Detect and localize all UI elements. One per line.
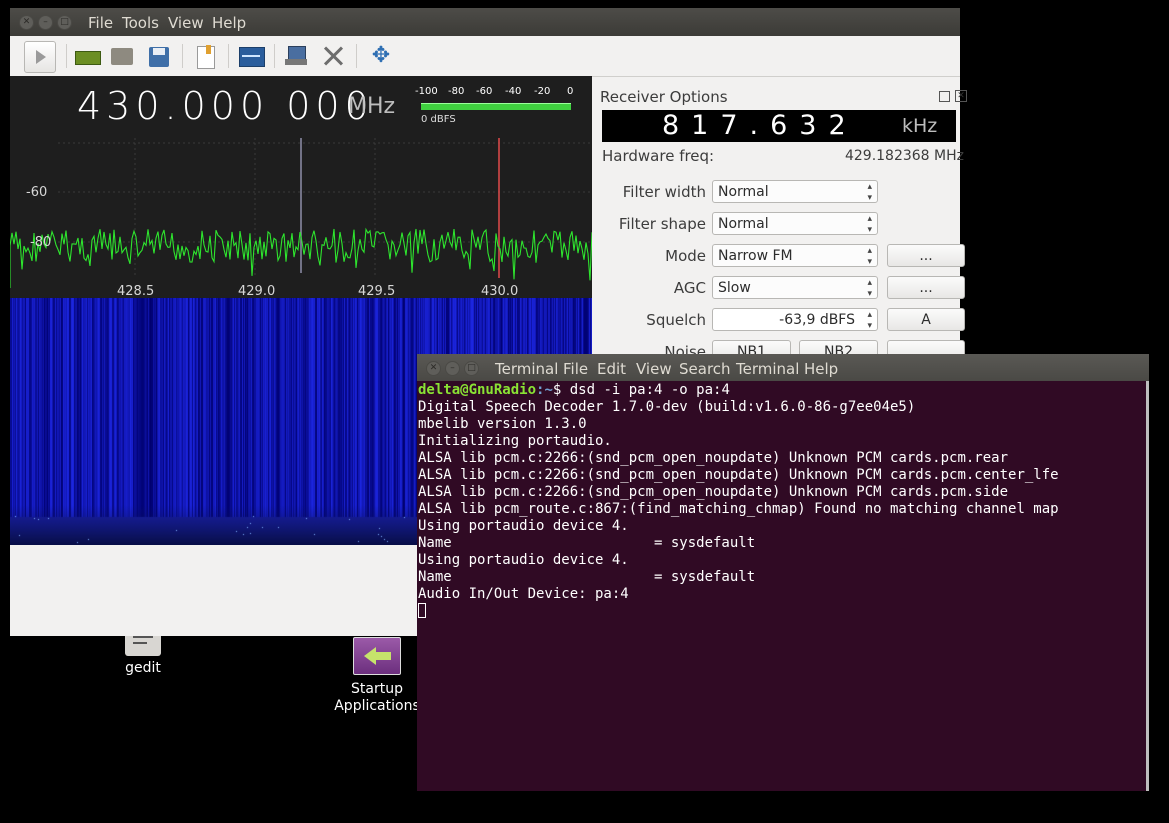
menu-help[interactable]: Help bbox=[804, 360, 838, 378]
terminal-window: ✕ – □ Terminal File Edit View Search Ter… bbox=[417, 354, 1149, 791]
toolbar: ✥ bbox=[10, 36, 960, 77]
x-axis-label: 429.5 bbox=[358, 284, 395, 298]
y-axis-label: -80 bbox=[30, 235, 51, 250]
menu-search[interactable]: Search bbox=[679, 360, 731, 378]
close-icon[interactable]: ✕ bbox=[19, 15, 34, 30]
save-icon[interactable] bbox=[144, 41, 174, 71]
frequency-display[interactable]: 430.000 000 bbox=[77, 84, 374, 128]
menu-view[interactable]: View bbox=[168, 14, 204, 32]
startup-applications-icon bbox=[353, 637, 401, 675]
panel-title: Receiver Options bbox=[600, 88, 728, 106]
output-line: Using portaudio device 4. bbox=[418, 552, 629, 568]
output-line: Initializing portaudio. bbox=[418, 433, 612, 449]
menu-file[interactable]: File bbox=[88, 14, 113, 32]
minimize-icon[interactable]: – bbox=[38, 15, 53, 30]
output-line: Name = sysdefault bbox=[418, 569, 756, 585]
spectrum-graph[interactable]: -60 -80 428.5 429.0 429.5 430.0 bbox=[10, 128, 592, 298]
text-cursor bbox=[418, 603, 426, 618]
output-line: Digital Speech Decoder 1.7.0-dev (build:… bbox=[418, 399, 916, 415]
hardware-freq-label: Hardware freq: bbox=[602, 147, 715, 165]
menu-tools[interactable]: Tools bbox=[122, 14, 159, 32]
output-line: Audio In/Out Device: pa:4 bbox=[418, 586, 629, 602]
desktop-icon-label: Startup Applications bbox=[334, 681, 420, 714]
meter-tick: 0 bbox=[567, 86, 574, 97]
output-line: ALSA lib pcm.c:2266:(snd_pcm_open_noupda… bbox=[418, 467, 1059, 483]
output-line: Name = sysdefault bbox=[418, 535, 756, 551]
offset-frequency-display[interactable]: 817.632 kHz bbox=[602, 110, 956, 142]
mode-label: Mode bbox=[665, 247, 706, 265]
desktop-icon-startup-applications[interactable]: Startup Applications bbox=[330, 637, 424, 715]
x-axis-label: 429.0 bbox=[238, 284, 275, 298]
minimize-icon[interactable]: – bbox=[445, 361, 460, 376]
menu-edit[interactable]: Edit bbox=[597, 360, 626, 378]
undock-icon[interactable] bbox=[939, 91, 950, 102]
open-folder-icon[interactable] bbox=[108, 41, 138, 71]
signal-meter-bar bbox=[421, 103, 571, 110]
window-title: Terminal bbox=[495, 360, 559, 378]
mode-select[interactable]: Narrow FM ▴ ▾ bbox=[712, 244, 878, 267]
filter-shape-label: Filter shape bbox=[618, 215, 706, 233]
terminal-output[interactable]: delta@GnuRadio:~$ dsd -i pa:4 -o pa:4 Dig… bbox=[418, 381, 1146, 791]
maximize-icon[interactable]: □ bbox=[57, 15, 72, 30]
play-icon[interactable] bbox=[24, 41, 56, 73]
agc-select[interactable]: Slow ▴ ▾ bbox=[712, 276, 878, 299]
menu-view[interactable]: View bbox=[636, 360, 672, 378]
filter-width-select[interactable]: Normal ▴ ▾ bbox=[712, 180, 878, 203]
menu-terminal[interactable]: Terminal bbox=[736, 360, 799, 378]
menu-help[interactable]: Help bbox=[212, 14, 246, 32]
meter-tick: -100 bbox=[415, 86, 438, 97]
move-icon[interactable]: ✥ bbox=[366, 41, 396, 71]
agc-label: AGC bbox=[673, 279, 706, 297]
output-line: Using portaudio device 4. bbox=[418, 518, 629, 534]
receiver-options-panel: Receiver Options ✕ 817.632 kHz Hardware … bbox=[600, 84, 967, 379]
y-axis-label: -60 bbox=[26, 185, 47, 200]
filter-shape-select[interactable]: Normal ▴ ▾ bbox=[712, 212, 878, 235]
output-line: ALSA lib pcm.c:2266:(snd_pcm_open_noupda… bbox=[418, 484, 1009, 500]
signal-level-text: 0 dBFS bbox=[421, 114, 456, 125]
meter-tick: -60 bbox=[476, 86, 493, 97]
frequency-unit: MHz bbox=[348, 94, 396, 119]
squelch-spinbox[interactable]: -63,9 dBFS ▴ ▾ bbox=[712, 308, 878, 331]
hardware-icon[interactable] bbox=[72, 41, 102, 71]
output-line: mbelib version 1.3.0 bbox=[418, 416, 587, 432]
agc-options-button[interactable]: ... bbox=[887, 276, 965, 299]
hardware-freq-value: 429.182368 MHz bbox=[844, 148, 964, 164]
squelch-label: Squelch bbox=[646, 311, 706, 329]
close-icon[interactable]: ✕ bbox=[426, 361, 441, 376]
prompt-line: delta@GnuRadio:~$ dsd -i pa:4 -o pa:4 bbox=[418, 382, 730, 398]
waveform-icon[interactable] bbox=[236, 41, 266, 71]
maximize-icon[interactable]: □ bbox=[464, 361, 479, 376]
terminal-titlebar[interactable]: ✕ – □ Terminal File Edit View Search Ter… bbox=[417, 354, 1149, 381]
mode-options-button[interactable]: ... bbox=[887, 244, 965, 267]
menu-file[interactable]: File bbox=[563, 360, 588, 378]
settings-tools-icon[interactable] bbox=[318, 41, 348, 71]
x-axis-label: 428.5 bbox=[117, 284, 154, 298]
x-axis-label: 430.0 bbox=[481, 284, 518, 298]
output-line: ALSA lib pcm_route.c:867:(find_matching_… bbox=[418, 501, 1059, 517]
network-icon[interactable] bbox=[282, 41, 312, 71]
meter-tick: -40 bbox=[505, 86, 522, 97]
bookmark-icon[interactable] bbox=[190, 41, 220, 71]
desktop-icon-label: gedit bbox=[125, 660, 161, 676]
squelch-auto-button[interactable]: A bbox=[887, 308, 965, 331]
desktop-icon-gedit[interactable]: gedit bbox=[113, 630, 173, 677]
close-panel-icon[interactable]: ✕ bbox=[955, 90, 967, 102]
scrollbar[interactable] bbox=[1146, 381, 1149, 791]
meter-tick: -20 bbox=[534, 86, 551, 97]
filter-width-label: Filter width bbox=[622, 183, 706, 201]
output-line: ALSA lib pcm.c:2266:(snd_pcm_open_noupda… bbox=[418, 450, 1009, 466]
meter-tick: -80 bbox=[448, 86, 465, 97]
gqrx-titlebar[interactable]: ✕ – □ File Tools View Help bbox=[10, 8, 960, 36]
